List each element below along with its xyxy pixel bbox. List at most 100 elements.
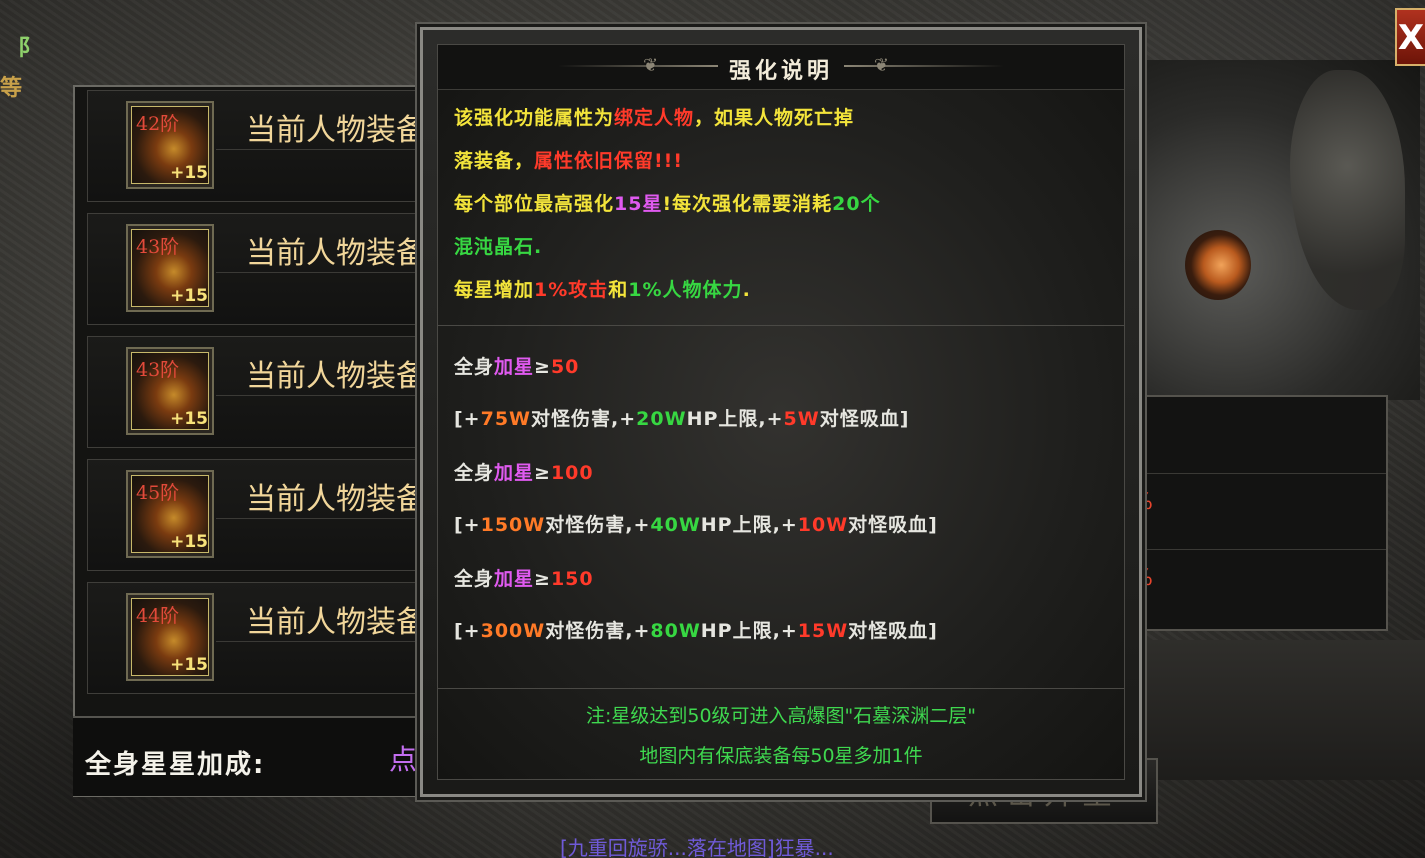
desc-text: !每次强化需要消耗 — [662, 193, 833, 215]
tier-text: 全身 — [454, 356, 495, 378]
equipment-row[interactable]: 43阶 +15 当前人物装备 — [87, 213, 437, 325]
desc-text: 每个部位最高强化 — [454, 193, 615, 215]
tier-text: 对怪吸血] — [848, 514, 938, 536]
popup-body: ❦ ❦ 强化说明 该强化功能属性为绑定人物，如果人物死亡掉 落装备，属性依旧保留… — [437, 44, 1125, 780]
desc-highlight: 15星 — [614, 193, 663, 215]
tier-lifesteal: 5W — [783, 408, 820, 430]
desc-highlight: 20个 — [832, 193, 881, 215]
desc-highlight: 混沌晶石. — [454, 236, 543, 258]
tier-text: 全身 — [454, 568, 495, 590]
tier-heading: 全身加星≥50 — [454, 352, 579, 379]
tier-text: 全身 — [454, 462, 495, 484]
note-line: 注:星级达到50级可进入高爆图"石墓深渊二层" — [585, 705, 977, 727]
popup-header: ❦ ❦ 强化说明 — [438, 45, 1124, 90]
item-tier: 43阶 — [136, 359, 180, 381]
tier-text: [+ — [454, 620, 481, 642]
desc-text: 落装备， — [454, 150, 535, 172]
equipment-row[interactable]: 44阶 +15 当前人物装备 — [87, 582, 437, 694]
tier-highlight: 加星 — [494, 568, 535, 590]
equipment-row[interactable]: 42阶 +15 当前人物装备 — [87, 90, 437, 202]
tier-text: 对怪伤害,+ — [531, 408, 637, 430]
enhance-info-popup: ❦ ❦ 强化说明 该强化功能属性为绑定人物，如果人物死亡掉 落装备，属性依旧保留… — [420, 27, 1142, 797]
item-tier: 44阶 — [136, 605, 180, 627]
desc-text: 和 — [608, 279, 629, 301]
enhance-description: 该强化功能属性为绑定人物，如果人物死亡掉 落装备，属性依旧保留!!! 每个部位最… — [438, 89, 1124, 326]
divider — [216, 272, 436, 273]
note-line: 地图内有保底装备每50星多加1件 — [639, 745, 923, 767]
item-slot-icon[interactable]: 43阶 +15 — [126, 347, 214, 435]
tier-hp: 80W — [650, 620, 701, 642]
equipment-label: 当前人物装备 — [246, 113, 426, 148]
item-enhance-level: +15 — [170, 655, 208, 675]
star-bonus-link[interactable]: 点 — [389, 738, 417, 778]
tier-reward: [+75W对怪伤害,+20WHP上限,+5W对怪吸血] — [454, 404, 909, 431]
tier-symbol: ≥ — [534, 356, 551, 378]
tier-heading: 全身加星≥100 — [454, 458, 594, 485]
item-enhance-level: +15 — [170, 286, 208, 306]
glowing-orb-icon — [1185, 230, 1251, 300]
tier-highlight: 加星 — [494, 356, 535, 378]
desc-text: 该强化功能属性为 — [454, 107, 615, 129]
item-tier: 42阶 — [136, 113, 180, 135]
tier-lifesteal: 10W — [797, 514, 849, 536]
popup-title: 强化说明 — [728, 59, 833, 84]
star-bonus-bar: 全身星星加成: 点 — [73, 716, 435, 796]
desc-line: 每星增加1%攻击和1%人物体力. — [454, 275, 751, 302]
equipment-label: 当前人物装备 — [246, 482, 426, 517]
tier-hp: 40W — [650, 514, 701, 536]
item-slot-icon[interactable]: 44阶 +15 — [126, 593, 214, 681]
tier-highlight: 加星 — [494, 462, 535, 484]
equipment-panel: 42阶 +15 当前人物装备 43阶 +15 当前人物装备 43阶 +15 当前… — [73, 85, 437, 797]
bottom-message: [九重回旋骄...落在地图]狂暴... — [560, 838, 834, 858]
desc-highlight: 属性依旧保留!!! — [534, 150, 684, 172]
tier-lifesteal: 15W — [797, 620, 849, 642]
item-tier: 45阶 — [136, 482, 180, 504]
desc-text: ，如果人物死亡掉 — [694, 107, 855, 129]
desc-text: . — [742, 279, 751, 301]
equipment-row[interactable]: 45阶 +15 当前人物装备 — [87, 459, 437, 571]
desc-highlight: 1%攻击 — [534, 279, 609, 301]
tier-text: 对怪吸血] — [819, 408, 910, 430]
item-slot-icon[interactable]: 42阶 +15 — [126, 101, 214, 189]
tier-damage: 75W — [480, 408, 532, 430]
tier-reward: [+300W对怪伤害,+80WHP上限,+15W对怪吸血] — [454, 616, 938, 643]
item-slot-icon[interactable]: 43阶 +15 — [126, 224, 214, 312]
star-tier-bonuses: 全身加星≥50 [+75W对怪伤害,+20WHP上限,+5W对怪吸血] 全身加星… — [438, 326, 1124, 689]
popup-note: 注:星级达到50级可进入高爆图"石墓深渊二层" 地图内有保底装备每50星多加1件 — [438, 689, 1124, 777]
item-enhance-level: +15 — [170, 409, 208, 429]
tier-symbol: ≥ — [534, 568, 551, 590]
corner-ornament-text: 等 — [0, 76, 23, 101]
divider — [216, 641, 436, 642]
desc-line: 落装备，属性依旧保留!!! — [454, 146, 683, 173]
close-button[interactable]: X — [1395, 8, 1425, 66]
equipment-label: 当前人物装备 — [246, 605, 426, 640]
divider — [216, 518, 436, 519]
tier-text: HP上限,+ — [700, 620, 798, 642]
item-slot-icon[interactable]: 45阶 +15 — [126, 470, 214, 558]
lower-right-panel — [1132, 640, 1425, 780]
equipment-label: 当前人物装备 — [246, 359, 426, 394]
tier-text: [+ — [454, 408, 481, 430]
tier-threshold: 50 — [550, 356, 580, 378]
tier-text: 对怪伤害,+ — [545, 620, 651, 642]
equipment-row[interactable]: 43阶 +15 当前人物装备 — [87, 336, 437, 448]
corner-ornament: 阝 — [18, 36, 41, 61]
tier-text: HP上限,+ — [686, 408, 784, 430]
divider — [216, 149, 436, 150]
tier-text: 对怪吸血] — [848, 620, 938, 642]
desc-line: 每个部位最高强化15星!每次强化需要消耗20个 — [454, 189, 881, 216]
tier-threshold: 150 — [550, 568, 594, 590]
desc-highlight: 绑定人物 — [614, 107, 695, 129]
star-bonus-label: 全身星星加成: — [85, 750, 266, 780]
stats-box — [1130, 395, 1388, 631]
tier-damage: 150W — [480, 514, 546, 536]
desc-line: 该强化功能属性为绑定人物，如果人物死亡掉 — [454, 103, 854, 130]
tier-symbol: ≥ — [534, 462, 551, 484]
tier-damage: 300W — [480, 620, 546, 642]
item-tier: 43阶 — [136, 236, 180, 258]
tier-text: [+ — [454, 514, 481, 536]
tier-text: 对怪伤害,+ — [545, 514, 651, 536]
tier-reward: [+150W对怪伤害,+40WHP上限,+10W对怪吸血] — [454, 510, 938, 537]
desc-highlight: 1%人物体力 — [628, 279, 743, 301]
item-enhance-level: +15 — [170, 532, 208, 552]
